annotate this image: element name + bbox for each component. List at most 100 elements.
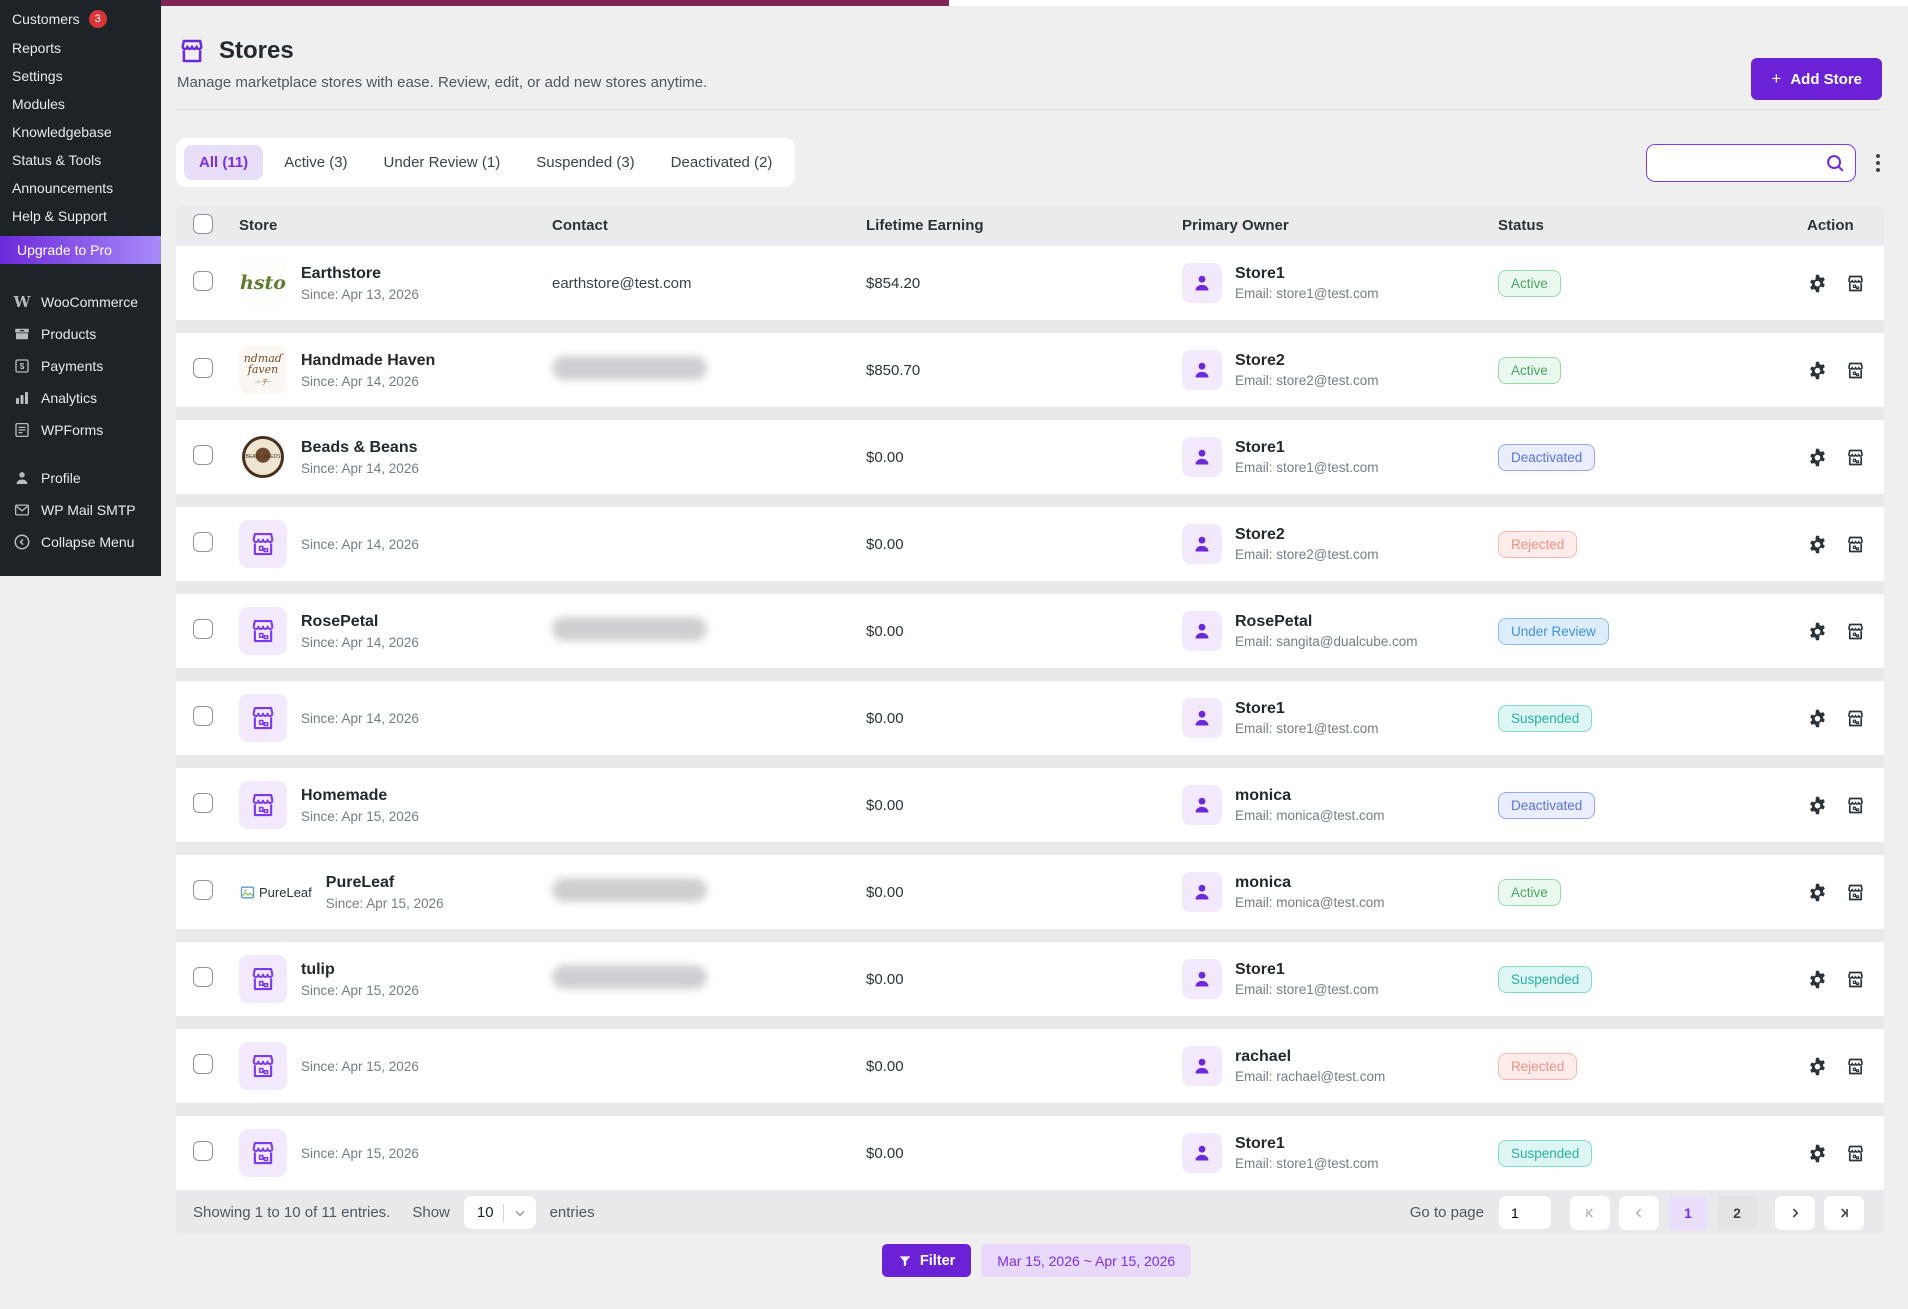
tab-all-11-[interactable]: All (11) (184, 145, 264, 180)
settings-gear-icon[interactable] (1807, 273, 1828, 294)
prev-page-button[interactable] (1619, 1195, 1659, 1230)
sidebar-item-collapse-menu[interactable]: Collapse Menu (0, 526, 161, 558)
page-2-button[interactable]: 2 (1717, 1195, 1757, 1230)
redacted-contact (552, 356, 707, 380)
settings-gear-icon[interactable] (1807, 447, 1828, 468)
table-row: Since: Apr 14, 2026 $0.00 Store2 Email: … (176, 507, 1884, 581)
store-name-link[interactable]: PureLeaf (326, 874, 444, 892)
store-name-link[interactable]: Earthstore (301, 265, 419, 283)
settings-gear-icon[interactable] (1807, 360, 1828, 381)
row-separator (176, 668, 1884, 681)
row-checkbox[interactable] (193, 966, 213, 987)
lifetime-earning: $0.00 (866, 448, 904, 466)
search-icon[interactable] (1824, 152, 1846, 174)
sidebar-item-status-tools[interactable]: Status & Tools (0, 146, 161, 174)
mail-icon (12, 500, 32, 520)
status-badge: Deactivated (1498, 791, 1596, 819)
sidebar-item-reports[interactable]: Reports (0, 34, 161, 62)
store-name-link[interactable]: Handmade Haven (301, 352, 435, 370)
row-checkbox[interactable] (193, 1140, 213, 1161)
sidebar-item-woocommerce[interactable]: W WooCommerce (0, 286, 161, 318)
sidebar-item-label: WPForms (41, 422, 104, 438)
notification-badge: 3 (88, 10, 107, 28)
next-page-button[interactable] (1775, 1195, 1815, 1230)
status-badge: Active (1498, 356, 1561, 384)
row-checkbox[interactable] (193, 444, 213, 465)
table-row: Homemade Since: Apr 15, 2026 $0.00 monic… (176, 768, 1884, 842)
settings-gear-icon[interactable] (1807, 534, 1828, 555)
sidebar-item-profile[interactable]: Profile (0, 462, 161, 494)
status-badge: Under Review (1498, 617, 1609, 645)
date-range-picker[interactable]: Mar 15, 2026 ~ Apr 15, 2026 (981, 1244, 1192, 1277)
view-store-icon[interactable] (1845, 621, 1866, 642)
sidebar-item-help-support[interactable]: Help & Support (0, 202, 161, 230)
view-store-icon[interactable] (1845, 534, 1866, 555)
row-checkbox[interactable] (193, 792, 213, 813)
tab-suspended-3-[interactable]: Suspended (3) (521, 145, 649, 180)
page-size-select[interactable]: 10 (463, 1196, 536, 1229)
view-store-icon[interactable] (1845, 882, 1866, 903)
settings-gear-icon[interactable] (1807, 795, 1828, 816)
owner-avatar-icon (1182, 611, 1222, 651)
select-all-checkbox[interactable] (193, 213, 213, 234)
last-page-button[interactable] (1824, 1195, 1864, 1230)
page-1-button[interactable]: 1 (1668, 1195, 1708, 1230)
settings-gear-icon[interactable] (1807, 621, 1828, 642)
sidebar-item-wp-mail-smtp[interactable]: WP Mail SMTP (0, 494, 161, 526)
more-options-kebab-icon[interactable] (1872, 150, 1884, 176)
row-checkbox[interactable] (193, 1053, 213, 1074)
row-checkbox[interactable] (193, 270, 213, 291)
sidebar-item-settings[interactable]: Settings (0, 62, 161, 90)
view-store-icon[interactable] (1845, 1056, 1866, 1077)
store-since: Since: Apr 15, 2026 (301, 808, 419, 824)
store-logo (239, 1042, 287, 1090)
lifetime-earning: $0.00 (866, 1057, 904, 1075)
settings-gear-icon[interactable] (1807, 882, 1828, 903)
sidebar-item-wpforms[interactable]: WPForms (0, 414, 161, 446)
sidebar-item-modules[interactable]: Modules (0, 90, 161, 118)
view-store-icon[interactable] (1845, 795, 1866, 816)
sidebar-item-customers[interactable]: Customers 3 (0, 4, 161, 34)
storefront-icon (181, 39, 203, 63)
store-since: Since: Apr 15, 2026 (325, 895, 444, 911)
row-checkbox[interactable] (193, 705, 213, 726)
sidebar-item-knowledgebase[interactable]: Knowledgebase (0, 118, 161, 146)
first-page-button[interactable] (1570, 1195, 1610, 1230)
settings-gear-icon[interactable] (1807, 969, 1828, 990)
row-checkbox[interactable] (193, 531, 213, 552)
payments-icon: $ (12, 356, 32, 376)
view-store-icon[interactable] (1845, 969, 1866, 990)
settings-gear-icon[interactable] (1807, 708, 1828, 729)
view-store-icon[interactable] (1845, 360, 1866, 381)
goto-page-input[interactable] (1499, 1196, 1551, 1229)
filter-button[interactable]: Filter (881, 1244, 972, 1277)
settings-gear-icon[interactable] (1807, 1143, 1828, 1164)
entries-label: entries (549, 1204, 595, 1221)
row-checkbox[interactable] (193, 879, 213, 900)
sidebar-item-upgrade-to-pro[interactable]: Upgrade to Pro (0, 236, 161, 275)
view-store-icon[interactable] (1845, 273, 1866, 294)
tab-active-3-[interactable]: Active (3) (269, 145, 362, 180)
tab-deactivated-2-[interactable]: Deactivated (2) (656, 145, 788, 180)
view-store-icon[interactable] (1845, 1143, 1866, 1164)
status-badge: Active (1498, 878, 1561, 906)
store-name-link[interactable]: RosePetal (301, 613, 419, 631)
view-store-icon[interactable] (1845, 708, 1866, 729)
row-checkbox[interactable] (193, 618, 213, 639)
sidebar-item-products[interactable]: Products (0, 318, 161, 350)
row-checkbox[interactable] (193, 357, 213, 378)
store-name-link[interactable]: Beads & Beans (301, 439, 419, 457)
settings-gear-icon[interactable] (1807, 1056, 1828, 1077)
sidebar-item-payments[interactable]: $ Payments (0, 350, 161, 382)
store-name-link[interactable]: Homemade (301, 787, 419, 805)
sidebar-item-analytics[interactable]: Analytics (0, 382, 161, 414)
store-logo (239, 520, 287, 568)
view-store-icon[interactable] (1845, 447, 1866, 468)
tab-under-review-1-[interactable]: Under Review (1) (369, 145, 516, 180)
store-name-link[interactable]: tulip (301, 961, 419, 979)
lifetime-earning: $0.00 (866, 622, 904, 640)
sidebar-submenu: Customers 3 Reports Settings Modules Knowledg… (0, 4, 161, 230)
sidebar-item-announcements[interactable]: Announcements (0, 174, 161, 202)
table-row: ndmaɗ faven ·›·于·· Handmade Haven Since: A… (176, 333, 1884, 407)
add-store-button[interactable]: + Add Store (1751, 58, 1882, 100)
